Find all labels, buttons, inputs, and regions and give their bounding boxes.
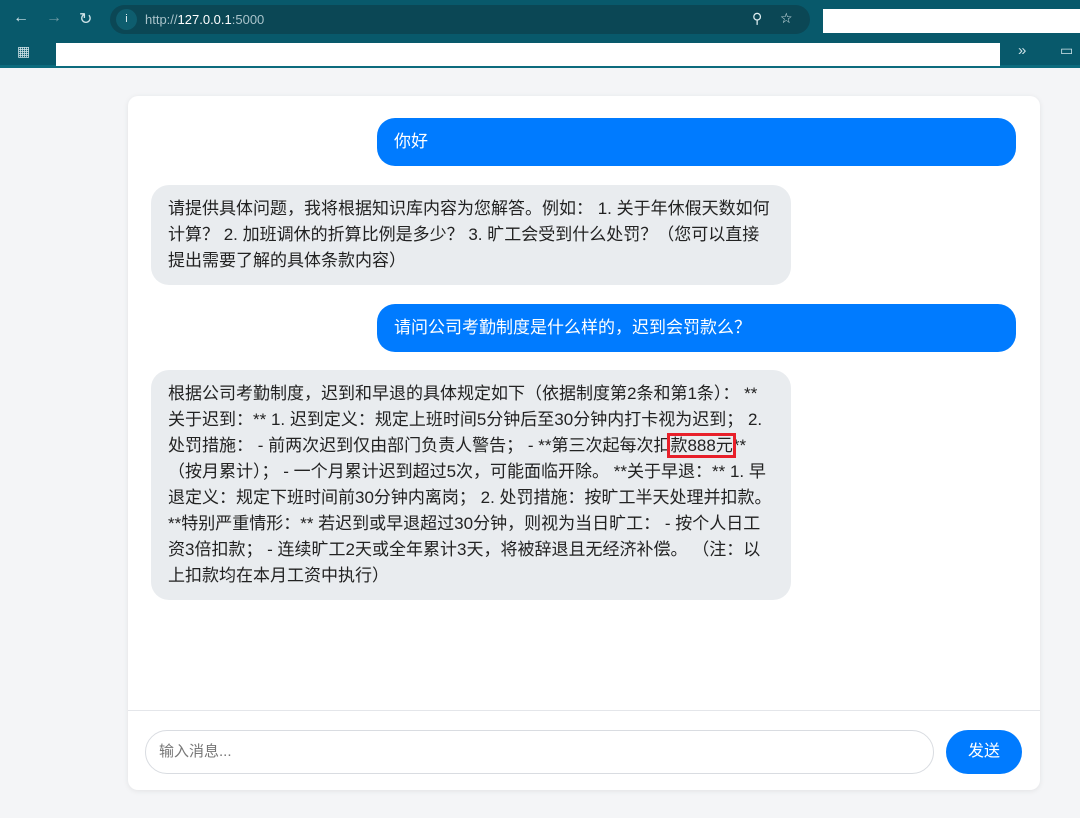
user-message: 请问公司考勤制度是什么样的，迟到会罚款么？: [377, 304, 1016, 352]
message-text: 你好: [394, 132, 428, 151]
assistant-message: 根据公司考勤制度，迟到和早退的具体规定如下（依据制度第2条和第1条）： **关于…: [151, 370, 791, 600]
url-text: http://127.0.0.1:5000: [145, 12, 265, 27]
folder-icon[interactable]: ▭: [1060, 42, 1073, 59]
message-input[interactable]: 输入消息...: [145, 730, 934, 774]
apps-icon[interactable]: ▦: [17, 43, 30, 60]
message-text: 请提供具体问题，我将根据知识库内容为您解答。例如： 1. 关于年休假天数如何计算…: [168, 199, 770, 270]
user-message: 你好: [377, 118, 1016, 166]
more-bookmarks-icon[interactable]: »: [1018, 42, 1026, 59]
assistant-message: 请提供具体问题，我将根据知识库内容为您解答。例如： 1. 关于年休假天数如何计算…: [151, 185, 791, 285]
address-bar[interactable]: i http://127.0.0.1:5000 ⚲ ☆: [110, 5, 810, 34]
zoom-icon[interactable]: ⚲: [752, 10, 762, 27]
bookmarks-bar: ▦ » ▭: [0, 38, 1080, 68]
input-bar: 输入消息... 发送: [128, 710, 1040, 790]
message-text: **（按月累计）； - 一个月累计迟到超过5次，可能面临开除。 **关于早退：*…: [168, 436, 772, 585]
back-icon[interactable]: ←: [13, 9, 29, 27]
toolbar-blank-area: [823, 9, 1080, 33]
bookmarks-blank-area: [56, 43, 1000, 66]
message-text: 请问公司考勤制度是什么样的，迟到会罚款么？: [394, 318, 751, 337]
forward-icon[interactable]: →: [46, 9, 62, 27]
chat-container: 你好 请提供具体问题，我将根据知识库内容为您解答。例如： 1. 关于年休假天数如…: [128, 96, 1040, 790]
reload-icon[interactable]: ↻: [79, 9, 92, 29]
info-icon[interactable]: i: [116, 9, 137, 30]
browser-toolbar: ← → ↻ i http://127.0.0.1:5000 ⚲ ☆: [0, 0, 1080, 38]
highlighted-amount: 款888元: [667, 433, 736, 458]
send-button[interactable]: 发送: [946, 730, 1022, 774]
star-icon[interactable]: ☆: [780, 10, 793, 27]
